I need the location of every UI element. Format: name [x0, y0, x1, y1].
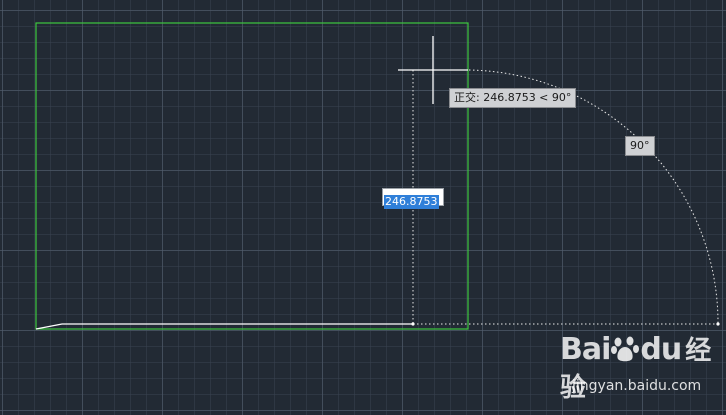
end-point-marker — [716, 322, 720, 326]
start-point-marker — [411, 322, 415, 326]
angle-tooltip: 90° — [625, 136, 655, 156]
dynamic-length-input[interactable]: 246.8753 — [382, 188, 444, 209]
baidu-jingyan-watermark: Bai du 经验 jingyan.baidu.com — [560, 330, 720, 410]
watermark-url: jingyan.baidu.com — [572, 378, 702, 394]
drawing-canvas[interactable]: 正交: 246.8753 < 90° 90° 246.8753 Bai du 经验… — [0, 0, 726, 415]
length-input-value[interactable]: 246.8753 — [384, 195, 439, 209]
boundary-rectangle[interactable] — [35, 22, 469, 330]
existing-line[interactable] — [35, 323, 412, 330]
ortho-tooltip: 正交: 246.8753 < 90° — [449, 88, 577, 108]
baidu-paw-icon — [611, 336, 640, 362]
